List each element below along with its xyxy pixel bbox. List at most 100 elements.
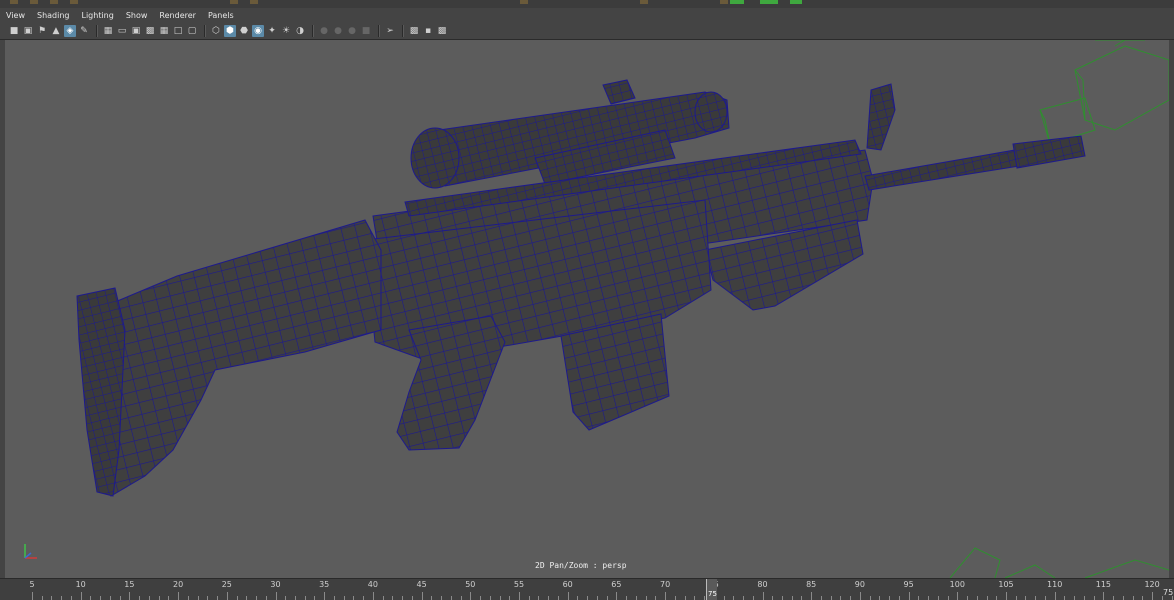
lights-icon[interactable]: ✦ (266, 25, 278, 37)
current-time-indicator[interactable]: 75 (706, 579, 717, 600)
timeline-minor-tick (70, 596, 72, 600)
timeline-minor-tick (119, 596, 121, 600)
textured-icon[interactable]: ◉ (252, 25, 264, 37)
timeline-major-tick (1152, 592, 1154, 600)
timeline-frame-label: 110 (1047, 580, 1063, 589)
image-plane-icon[interactable]: ▲ (50, 25, 62, 37)
timeline-minor-tick (187, 596, 189, 600)
depth-of-field-icon[interactable]: ■ (360, 25, 372, 37)
shadows-icon[interactable]: ☀ (280, 25, 292, 37)
wireframe-on-shaded-icon[interactable]: ⬣ (238, 25, 250, 37)
timeline-frame-label: 105 (998, 580, 1014, 589)
smooth-shade-icon[interactable]: ⬢ (224, 25, 236, 37)
shelf-tool-icon[interactable] (720, 0, 728, 4)
timeline-minor-tick (772, 596, 774, 600)
timeline-frame-label: 85 (806, 580, 817, 589)
field-chart-icon[interactable]: ▦ (158, 25, 170, 37)
shelf-tool-icon[interactable] (520, 0, 528, 4)
timeline-minor-tick (1074, 596, 1076, 600)
safe-action-icon[interactable]: □ (172, 25, 184, 37)
timeline-minor-tick (986, 596, 988, 600)
shelf-tool-icon[interactable] (10, 0, 18, 4)
grid-lock-icon[interactable]: ◈ (64, 25, 76, 37)
current-time-label: 75 (708, 590, 717, 598)
menu-shading[interactable]: Shading (37, 11, 70, 20)
panel-menu-bar: View Shading Lighting Show Renderer Pane… (0, 8, 1174, 23)
timeline-major-tick (1054, 592, 1056, 600)
film-gate-icon[interactable]: ▭ (116, 25, 128, 37)
timeline-minor-tick (304, 596, 306, 600)
timeline-minor-tick (109, 596, 111, 600)
timeline-minor-tick (752, 596, 754, 600)
camera-attributes-icon[interactable]: ▣ (22, 25, 34, 37)
timeline-major-tick (519, 592, 520, 600)
wireframe-icon[interactable]: ⬡ (210, 25, 222, 37)
timeline-minor-tick (626, 596, 628, 600)
antialias-icon[interactable]: ● (346, 25, 358, 37)
xray-components-icon[interactable]: ▪ (422, 25, 434, 37)
timeline-minor-tick (246, 596, 248, 600)
camera-locator-wireframe (1039, 40, 1169, 145)
timeline-minor-tick (333, 596, 335, 600)
menu-view[interactable]: View (6, 11, 25, 20)
timeline-major-tick (1103, 592, 1105, 600)
timeline-minor-tick (918, 596, 920, 600)
shelf-tool-icon[interactable] (230, 0, 238, 4)
gate-mask-icon[interactable]: ▩ (144, 25, 156, 37)
shelf-tool-icon[interactable] (250, 0, 258, 4)
timeline-major-tick (762, 592, 764, 600)
timeline-frame-label: 65 (611, 580, 622, 589)
bookmark-icon[interactable]: ⚑ (36, 25, 48, 37)
timeline-minor-tick (402, 596, 404, 600)
safe-title-icon[interactable]: ▢ (186, 25, 198, 37)
timeline-minor-tick (1083, 596, 1085, 600)
shelf-tool-icon[interactable] (30, 0, 38, 4)
timeline-major-tick (957, 592, 959, 600)
timeline-minor-tick (733, 596, 735, 600)
timeline-major-tick (616, 592, 618, 600)
pencil-icon[interactable]: ✎ (78, 25, 90, 37)
shelf-tool-icon[interactable] (730, 0, 744, 4)
timeline-major-tick (129, 592, 131, 600)
timeline-minor-tick (1142, 596, 1144, 600)
camera-icon[interactable]: ■ (8, 25, 20, 37)
resolution-gate-icon[interactable]: ▣ (130, 25, 142, 37)
timeline-minor-tick (148, 596, 150, 600)
menu-show[interactable]: Show (126, 11, 148, 20)
xray-joints-icon[interactable]: ▩ (408, 25, 420, 37)
3d-viewport[interactable]: 2D Pan/Zoom : persp (5, 40, 1169, 578)
shelf-tool-icon[interactable] (790, 0, 802, 4)
timeline-frame-label: 15 (124, 580, 135, 589)
timeline-major-tick (372, 592, 374, 600)
timeline-frame-label: 40 (367, 580, 378, 589)
timeline-minor-tick (441, 596, 443, 600)
menu-lighting[interactable]: Lighting (81, 11, 113, 20)
timeline-frame-label: 30 (270, 580, 281, 589)
time-slider[interactable]: 5 10 15 20 25 30 35 40 45 50 55 60 65 70 75 80 85 90 95 100… (0, 578, 1174, 600)
shelf-tool-icon[interactable] (70, 0, 78, 4)
timeline-minor-tick (61, 596, 63, 600)
timeline-major-tick (226, 592, 228, 600)
isolate-select-icon[interactable]: ➢ (384, 25, 396, 37)
timeline-minor-tick (889, 596, 891, 600)
timeline-frame-label: 80 (757, 580, 768, 589)
timeline-minor-tick (1064, 596, 1066, 600)
grid-icon[interactable]: ▦ (102, 25, 114, 37)
viewport-canvas (76, 40, 1169, 578)
menu-panels[interactable]: Panels (208, 11, 234, 20)
xray-icon[interactable]: ◑ (294, 25, 306, 37)
timeline-minor-tick (655, 596, 657, 600)
ambient-occlusion-icon[interactable]: ● (318, 25, 330, 37)
hud-icon[interactable]: ▩ (436, 25, 448, 37)
shelf-tool-icon[interactable] (50, 0, 58, 4)
timeline-minor-tick (382, 596, 384, 600)
shelf-tool-icon[interactable] (640, 0, 648, 4)
timeline-minor-tick (343, 596, 345, 600)
timeline-minor-tick (1015, 596, 1017, 600)
motion-blur-icon[interactable]: ● (332, 25, 344, 37)
menu-renderer[interactable]: Renderer (159, 11, 196, 20)
shelf-tool-icon[interactable] (760, 0, 778, 4)
timeline-minor-tick (830, 596, 832, 600)
current-frame-field[interactable]: 75 (1163, 588, 1173, 597)
timeline-minor-tick (363, 596, 365, 600)
